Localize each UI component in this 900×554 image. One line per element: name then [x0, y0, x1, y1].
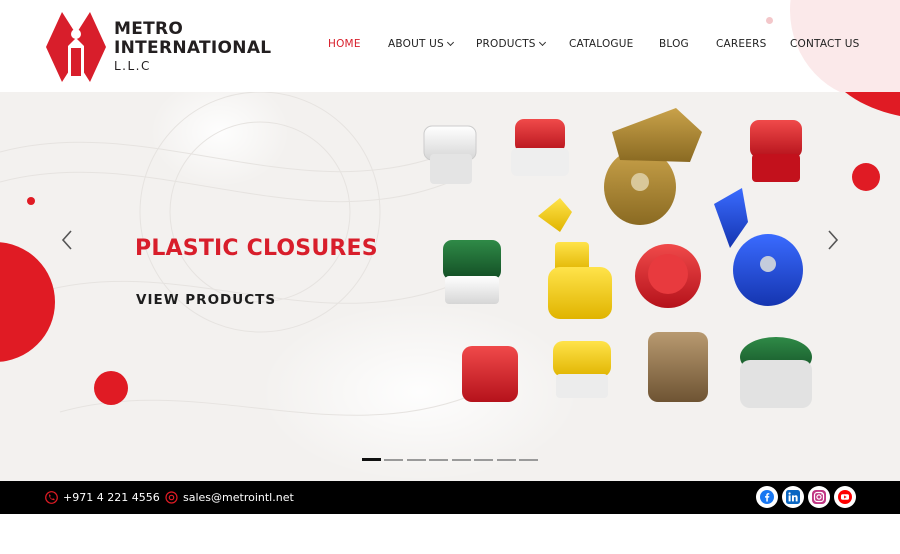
slider-dot[interactable]	[452, 459, 471, 461]
nav-item-label: CATALOGUE	[569, 38, 634, 50]
chevron-down-icon	[446, 38, 454, 47]
slider-dot[interactable]	[497, 459, 516, 461]
nav-item-careers[interactable]: CAREERS	[716, 38, 766, 50]
nav-item-label: CAREERS	[716, 38, 767, 50]
nav-item-about-us[interactable]: ABOUT US	[388, 38, 454, 50]
nav-item-label: PRODUCTS	[476, 38, 536, 50]
header-decoration-dot	[766, 17, 773, 24]
hero-title: PLASTIC CLOSURES	[135, 236, 378, 261]
facebook-icon	[760, 490, 774, 504]
chevron-down-icon	[538, 38, 546, 47]
nav-item-label: HOME	[328, 38, 361, 50]
nav-item-catalogue[interactable]: CATALOGUE	[569, 38, 633, 50]
main-nav: HOME ABOUT US PRODUCTS CATALOGUE BLOG CA…	[328, 38, 859, 56]
instagram-icon	[812, 490, 826, 504]
nav-item-home[interactable]: HOME	[328, 38, 361, 50]
nav-item-contact-us[interactable]: CONTACT US	[790, 38, 859, 50]
youtube-icon	[838, 490, 852, 504]
instagram-link[interactable]	[808, 486, 830, 508]
brand-name-line3: L.L.C	[114, 59, 151, 73]
chevron-left-icon[interactable]	[57, 228, 79, 252]
nav-item-blog[interactable]: BLOG	[659, 38, 689, 50]
phone-number: +971 4 221 4556	[63, 491, 160, 504]
nav-item-products[interactable]: PRODUCTS	[476, 38, 546, 50]
brand-logo[interactable]: METRO INTERNATIONAL L.L.C	[44, 12, 271, 82]
hero-background	[0, 92, 900, 481]
phone-icon	[45, 491, 58, 504]
youtube-link[interactable]	[834, 486, 856, 508]
linkedin-icon	[786, 490, 800, 504]
nav-item-label: ABOUT US	[388, 38, 444, 50]
site-header: METRO INTERNATIONAL L.L.C HOME ABOUT US …	[0, 0, 900, 92]
email-address: sales@metrointl.net	[183, 491, 294, 504]
contact-bar: +971 4 221 4556 sales@metrointl.net	[0, 481, 900, 514]
at-icon	[165, 491, 178, 504]
brand-name: METRO INTERNATIONAL L.L.C	[114, 20, 271, 74]
slider-dot[interactable]	[474, 459, 493, 461]
slider-dot[interactable]	[384, 459, 403, 461]
view-products-button[interactable]: VIEW PRODUCTS	[136, 292, 276, 308]
brand-name-line2: INTERNATIONAL	[114, 38, 272, 58]
hero-slider: PLASTIC CLOSURES VIEW PRODUCTS	[0, 92, 900, 481]
page-body-start	[0, 514, 900, 554]
nav-item-label: CONTACT US	[790, 38, 860, 50]
nav-item-label: BLOG	[659, 38, 689, 50]
slider-dot[interactable]	[362, 458, 381, 461]
linkedin-link[interactable]	[782, 486, 804, 508]
slider-dot[interactable]	[519, 459, 538, 461]
assorted-plastic-caps-image	[423, 108, 812, 408]
brand-name-line1: METRO	[114, 19, 184, 39]
chevron-right-icon[interactable]	[821, 228, 843, 252]
slider-dot[interactable]	[429, 459, 448, 461]
facebook-link[interactable]	[756, 486, 778, 508]
logo-mark-icon	[46, 12, 106, 82]
slider-dot[interactable]	[407, 459, 426, 461]
